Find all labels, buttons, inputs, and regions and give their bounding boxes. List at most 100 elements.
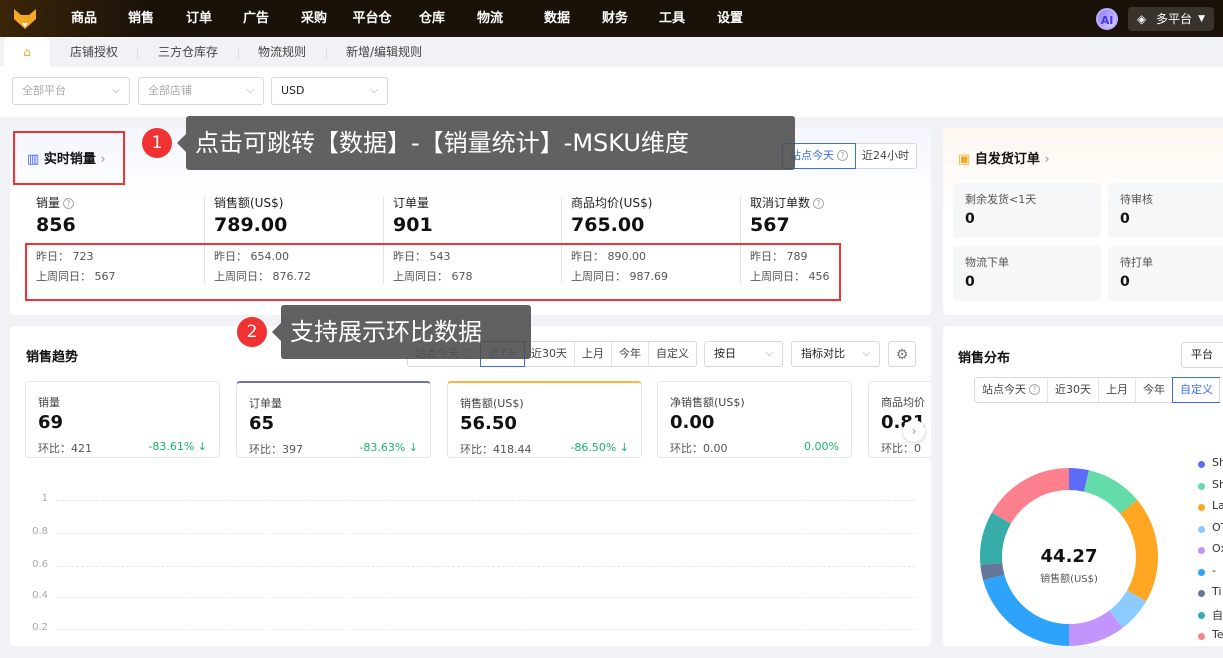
realtime-range-toggle[interactable]: 站点今天? 近24小时: [782, 143, 917, 169]
logo-icon[interactable]: [14, 9, 36, 29]
chevron-down-icon: ⌵: [765, 348, 773, 359]
y-axis-tick: 0.8: [32, 526, 48, 537]
legend-item[interactable]: Sh: [1212, 478, 1223, 491]
help-icon: ?: [837, 150, 848, 161]
distribution-range-option[interactable]: 站点今天?: [975, 378, 1048, 402]
chevron-down-icon: ⌵: [370, 85, 378, 96]
trend-metric-card[interactable]: 商品均价 0.81 环比：0 同比：3: [868, 381, 931, 458]
mom-value: 环比：421: [38, 442, 92, 455]
distribution-range-toggle[interactable]: 站点今天? 近30天 上月 今年 自定义: [974, 377, 1220, 403]
kpi-value: 567: [750, 214, 790, 236]
caret-down-icon: ▼: [1198, 14, 1205, 24]
gridline: [56, 566, 916, 567]
donut-slice[interactable]: [1120, 499, 1158, 602]
trend-metric-card[interactable]: 销量 69 环比：421 -83.61% ↓ 同比：546 -87.36% ↓: [25, 381, 220, 458]
compare-select[interactable]: 指标对比 ⌵: [791, 341, 880, 367]
help-icon: ?: [813, 198, 825, 209]
yoy-value: 同比：19,827.36: [460, 457, 549, 458]
kpi-label: 商品均价(US$): [571, 196, 653, 210]
legend-item[interactable]: 自: [1212, 607, 1223, 623]
gridline: [56, 533, 916, 534]
nav-item[interactable]: 商品: [71, 0, 97, 37]
compare-value: 指标对比: [801, 347, 845, 360]
scroll-right-button[interactable]: ›: [903, 420, 925, 442]
sales-distribution-title: 销售分布: [958, 351, 1011, 366]
shop-select-value: 全部店铺: [148, 84, 192, 97]
metric-label: 净销售额(US$): [670, 396, 745, 409]
legend-item[interactable]: -: [1212, 564, 1216, 577]
self-ship-orders-link[interactable]: ▣ 自发货订单 ›: [958, 148, 1050, 167]
trend-metric-card[interactable]: 订单量 65 环比：397 -83.63% ↓ 同比：507 -87.18% ↓: [236, 381, 431, 458]
shop-select[interactable]: 全部店铺 ⌵: [138, 77, 264, 105]
trend-range-option[interactable]: 自定义: [649, 342, 696, 366]
legend-item[interactable]: Sh: [1212, 456, 1223, 469]
nav-item[interactable]: 数据: [544, 0, 570, 37]
settings-button[interactable]: ⚙: [888, 341, 916, 367]
nav-item[interactable]: 广告: [243, 0, 269, 37]
nav-item[interactable]: 采购: [301, 0, 327, 37]
currency-select[interactable]: USD ⌵: [271, 77, 388, 105]
trend-range-option[interactable]: 上月: [575, 342, 612, 366]
legend-item[interactable]: Ti: [1212, 585, 1221, 598]
donut-slice[interactable]: [991, 468, 1069, 524]
group-by-select[interactable]: 按日 ⌵: [704, 341, 783, 367]
distribution-range-option[interactable]: 上月: [1099, 378, 1136, 402]
tab-shop-auth[interactable]: 店铺授权: [70, 37, 118, 67]
range-24h[interactable]: 近24小时: [855, 144, 916, 168]
donut-center-label: 销售额(US$): [1040, 574, 1098, 585]
mom-value: 环比：397: [249, 443, 303, 456]
tab-logistics-rules[interactable]: 物流规则: [258, 37, 306, 67]
distribution-range-option[interactable]: 自定义: [1172, 377, 1220, 403]
group-by-value: 按日: [714, 347, 736, 360]
nav-item[interactable]: 平台仓: [352, 0, 391, 37]
legend-item[interactable]: La: [1212, 499, 1223, 512]
trend-metric-card[interactable]: 净销售额(US$) 0.00 环比：0.00 0.00% 同比：0.00 0.0…: [657, 381, 852, 458]
chevron-right-icon: ›: [1044, 152, 1050, 167]
legend-item[interactable]: Ox: [1212, 542, 1223, 555]
legend-dot: [1198, 461, 1205, 468]
ai-assistant-button[interactable]: AI: [1096, 8, 1118, 30]
platform-select[interactable]: 全部平台 ⌵: [12, 77, 130, 105]
metric-label: 销量: [38, 396, 60, 409]
gridline: [56, 500, 916, 501]
kpi-label: 取消订单数?: [750, 194, 825, 211]
nav-item[interactable]: 仓库: [419, 0, 445, 37]
nav-item[interactable]: 设置: [717, 0, 743, 37]
stat-value: 0: [965, 211, 975, 227]
y-axis-tick: 0.4: [32, 590, 48, 601]
self-ship-stat[interactable]: 待审核 0: [1108, 183, 1223, 238]
dimension-select[interactable]: 平台: [1181, 342, 1223, 368]
tab-home[interactable]: ⌂: [4, 37, 50, 67]
nav-item[interactable]: 订单: [186, 0, 212, 37]
trend-range-option[interactable]: 今年: [612, 342, 649, 366]
trend-range-option[interactable]: 近30天: [524, 342, 575, 366]
stat-value: 0: [1120, 211, 1130, 227]
nav-item[interactable]: 财务: [602, 0, 628, 37]
metric-value: 56.50: [460, 413, 517, 434]
tab-edit-rules[interactable]: 新增/编辑规则: [346, 37, 422, 67]
legend-dot: [1198, 547, 1205, 554]
trend-metric-card[interactable]: 销售额(US$) 56.50 环比：418.44 -86.50% ↓ 同比：19…: [447, 381, 642, 458]
nav-item[interactable]: 工具: [659, 0, 685, 37]
nav-item[interactable]: 物流: [477, 0, 503, 37]
layers-icon: ◈: [1137, 12, 1147, 26]
nav-item[interactable]: 销售: [128, 0, 154, 37]
legend-item[interactable]: Te: [1212, 628, 1223, 641]
help-icon: ?: [1029, 384, 1040, 395]
legend-dot: [1198, 525, 1205, 533]
distribution-range-option[interactable]: 近30天: [1048, 378, 1099, 402]
self-ship-title: 自发货订单: [974, 152, 1040, 167]
metric-label: 销售额(US$): [460, 397, 524, 410]
self-ship-stat[interactable]: 剩余发货<1天 0: [953, 183, 1101, 238]
platform-switcher[interactable]: ◈ 多平台 ▼: [1128, 7, 1214, 31]
distribution-range-option[interactable]: 今年: [1136, 378, 1173, 402]
donut-slice[interactable]: [983, 574, 1069, 646]
home-icon: ⌂: [23, 45, 31, 59]
divider: [137, 47, 138, 59]
gridline: [56, 629, 916, 630]
self-ship-stat[interactable]: 物流下单 0: [953, 246, 1101, 301]
self-ship-stat[interactable]: 待打单 0: [1108, 246, 1223, 301]
annotation-badge-1: 1: [142, 128, 172, 158]
tab-3pl-inventory[interactable]: 三方仓库存: [158, 37, 218, 67]
legend-item[interactable]: OT: [1212, 521, 1223, 534]
